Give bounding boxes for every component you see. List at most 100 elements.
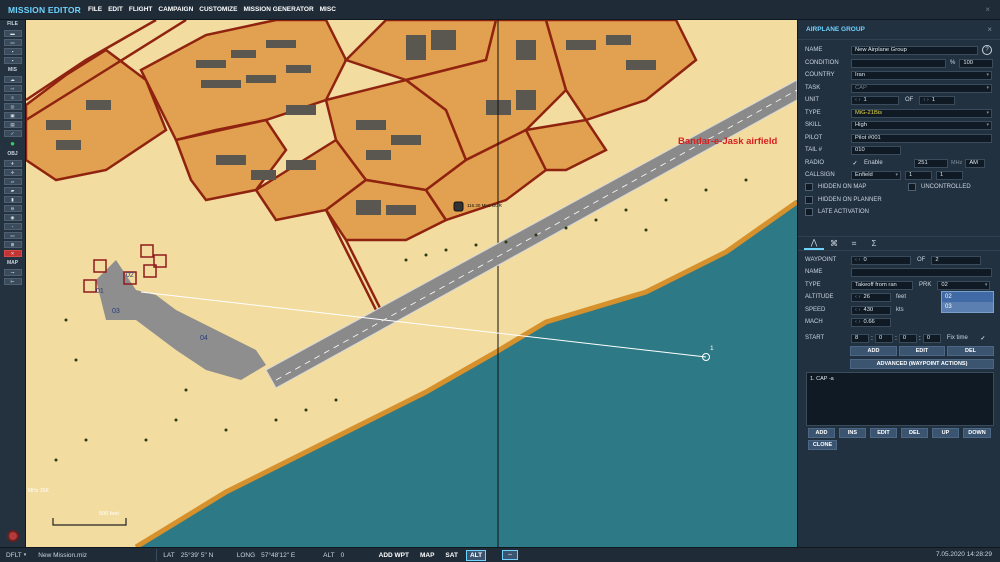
task-insert-button[interactable]: INS	[839, 428, 866, 438]
aircraft-type-select[interactable]: MiG-21Bis ▾	[851, 108, 992, 118]
trigger-icon[interactable]: ⇨	[3, 85, 22, 92]
prk-label: PRK	[919, 282, 932, 288]
options-icon[interactable]: ▤	[3, 121, 22, 128]
advanced-waypoint-actions-button[interactable]: ADVANCED (WAYPOINT ACTIONS)	[850, 359, 994, 369]
summary-tab-icon[interactable]: Σ	[864, 237, 884, 250]
route-icon[interactable]: ⊢	[3, 278, 22, 285]
window-close-icon[interactable]: ×	[985, 5, 990, 14]
navpoint-icon[interactable]: ◦	[3, 223, 22, 230]
airfield-icon[interactable]: ⊖	[3, 205, 22, 212]
fix-time-checkbox[interactable]: ✓	[979, 334, 987, 342]
helicopter-icon[interactable]: ✛	[3, 169, 22, 176]
parking-select[interactable]: 02 ▾	[937, 280, 991, 290]
waypoint-type-select[interactable]: Takeoff from ran	[851, 280, 913, 290]
hidden-on-planner-checkbox[interactable]	[805, 196, 813, 204]
waypoint-task-list[interactable]: 1. CAP -a	[806, 372, 994, 426]
task-delete-button[interactable]: DEL	[901, 428, 928, 438]
skill-select[interactable]: High ▾	[851, 120, 992, 130]
gear-icon[interactable]	[7, 530, 19, 542]
payload-tab-icon[interactable]: ⌘	[824, 237, 844, 250]
task-value: CAP	[855, 85, 867, 91]
menu-edit[interactable]: EDIT	[108, 6, 123, 13]
speed-stepper[interactable]: ‹ › 430	[851, 305, 891, 315]
goals-icon[interactable]: ◎	[3, 103, 22, 110]
menu-customize[interactable]: CUSTOMIZE	[199, 6, 237, 13]
static-object-icon[interactable]: ▮	[3, 196, 22, 203]
task-clone-button[interactable]: CLONE	[808, 440, 837, 450]
fit-view-icon[interactable]: ⇔	[502, 550, 519, 560]
add-waypoint-mode-button[interactable]: ADD WPT	[376, 551, 412, 560]
radio-frequency-input[interactable]: 251	[914, 158, 948, 168]
menu-campaign[interactable]: CAMPAIGN	[158, 6, 193, 13]
unit-stepper[interactable]: ‹ › 1	[851, 95, 899, 105]
waypoint-name-input[interactable]	[851, 267, 992, 277]
callsign-number-2[interactable]: 1	[936, 170, 963, 180]
task-up-button[interactable]: UP	[932, 428, 959, 438]
check-icon[interactable]: ✓	[3, 130, 22, 137]
condition-value[interactable]: 100	[959, 58, 994, 68]
zone-icon[interactable]: ◉	[3, 214, 22, 221]
ruler-icon[interactable]: ⊸	[3, 269, 22, 276]
fuel-icon[interactable]: ▭	[3, 232, 22, 239]
delete-waypoint-button[interactable]: DEL	[947, 346, 994, 356]
airplane-icon[interactable]: ✈	[3, 160, 22, 167]
country-select[interactable]: Iran ▾	[851, 70, 992, 80]
ground-unit-icon[interactable]: ▰	[3, 187, 22, 194]
waypoint-stepper[interactable]: ‹ › 0	[851, 255, 911, 265]
map-view[interactable]: Bandar-e-Jask airfield 116.30 MHz BGR 1 …	[26, 20, 797, 547]
new-file-icon[interactable]: ▬	[3, 30, 22, 37]
triggered-actions-tab-icon[interactable]: ⌗	[844, 237, 864, 250]
callsign-number-1[interactable]: 1	[905, 170, 932, 180]
start-minute[interactable]: 0	[898, 333, 917, 343]
menu-misc[interactable]: MISC	[320, 6, 336, 13]
altitude-stepper[interactable]: ‹ › 26	[851, 292, 891, 302]
wp-name-label: NAME	[805, 269, 823, 275]
menu-flight[interactable]: FLIGHT	[129, 6, 152, 13]
map-mode-button[interactable]: MAP	[417, 551, 437, 560]
weather-icon[interactable]: ☁	[3, 76, 22, 83]
task-select[interactable]: CAP ▾	[851, 83, 992, 93]
hidden-on-map-checkbox[interactable]	[805, 183, 813, 191]
route-tab-icon[interactable]: ⋀	[804, 237, 824, 250]
group-name-input[interactable]: New Airplane Group	[851, 45, 978, 55]
task-down-button[interactable]: DOWN	[963, 428, 991, 438]
radio-modulation[interactable]: AM	[965, 158, 986, 168]
unit-status-icon[interactable]: ●	[4, 139, 22, 148]
uncontrolled-checkbox[interactable]	[908, 183, 916, 191]
help-icon[interactable]: ?	[982, 45, 992, 55]
template-icon[interactable]: ⊞	[3, 241, 22, 248]
waypoint-total: 2	[931, 255, 982, 265]
satellite-mode-button[interactable]: SAT	[442, 551, 461, 560]
save-as-icon[interactable]: ▪	[3, 57, 22, 64]
unit-label: UNIT	[805, 97, 819, 103]
stepper-arrows-icon: ‹ ›	[855, 257, 861, 263]
unit-total[interactable]: ‹ › 1	[919, 95, 956, 105]
list-item[interactable]: 1. CAP -a	[810, 376, 990, 382]
start-hour[interactable]: 0	[874, 333, 893, 343]
open-file-icon[interactable]: ▭	[3, 39, 22, 46]
briefing-icon[interactable]: ≡	[3, 94, 22, 101]
pilot-input[interactable]: Pilot #001	[851, 133, 992, 143]
menu-file[interactable]: FILE	[88, 6, 102, 13]
delete-icon[interactable]: ✕	[3, 250, 22, 257]
ship-icon[interactable]: ▱	[3, 178, 22, 185]
add-waypoint-button[interactable]: ADD	[850, 346, 897, 356]
tail-number-input[interactable]: 010	[851, 145, 901, 155]
panel-close-icon[interactable]: ×	[987, 25, 992, 34]
task-edit-button[interactable]: EDIT	[870, 428, 897, 438]
settings-icon[interactable]: ▣	[3, 112, 22, 119]
altitude-mode-button[interactable]: ALT	[465, 549, 487, 561]
callsign-select[interactable]: Enfield ▾	[851, 170, 901, 180]
menu-mission-generator[interactable]: MISSION GENERATOR	[243, 6, 313, 13]
start-day[interactable]: 8	[851, 333, 869, 343]
map-canvas[interactable]	[26, 20, 797, 547]
save-icon[interactable]: ▪	[3, 48, 22, 55]
mach-stepper[interactable]: ‹ › 0.66	[851, 317, 891, 327]
late-activation-checkbox[interactable]	[805, 208, 813, 216]
start-second[interactable]: 0	[922, 333, 941, 343]
profile-select[interactable]: DFLT	[6, 552, 22, 559]
condition-input[interactable]	[851, 58, 946, 68]
edit-waypoint-button[interactable]: EDIT	[899, 346, 945, 356]
radio-enable-checkbox[interactable]: ✓	[851, 159, 859, 167]
task-add-button[interactable]: ADD	[808, 428, 835, 438]
